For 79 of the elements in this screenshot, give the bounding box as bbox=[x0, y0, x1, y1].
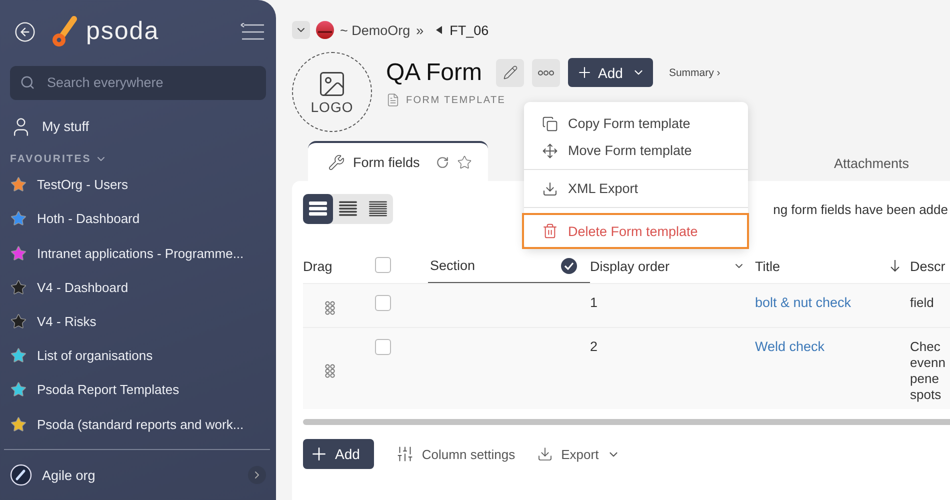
column-header[interactable]: Display order bbox=[590, 258, 670, 274]
sort-arrow-icon[interactable] bbox=[890, 260, 900, 272]
trash-icon bbox=[542, 223, 558, 239]
menu-item[interactable]: Move Form template bbox=[524, 137, 748, 164]
table-cell: 1 bbox=[590, 295, 598, 310]
menu-item[interactable]: Copy Form template bbox=[524, 110, 748, 137]
title-link[interactable]: Weld check bbox=[755, 339, 825, 354]
logo-icon bbox=[50, 16, 80, 48]
search-input[interactable]: Search everywhere bbox=[45, 74, 256, 92]
next-button[interactable] bbox=[248, 466, 266, 484]
star-icon[interactable] bbox=[456, 154, 472, 170]
title-link[interactable]: bolt & nut check bbox=[755, 295, 852, 310]
copy-icon bbox=[542, 116, 558, 132]
row-checkbox[interactable] bbox=[375, 295, 391, 311]
move-icon bbox=[542, 142, 558, 158]
list-density-icon bbox=[369, 201, 387, 217]
table-cell: field bbox=[910, 295, 934, 311]
document-icon bbox=[386, 93, 400, 107]
image-icon bbox=[317, 69, 347, 99]
favourite-link[interactable]: V4 - Dashboard bbox=[37, 280, 128, 295]
organisation-avatar bbox=[10, 464, 32, 486]
table-cell: Chec evenn pene spots bbox=[910, 339, 946, 403]
brand-name: psoda bbox=[86, 17, 160, 46]
add-button[interactable]: Add bbox=[568, 58, 653, 87]
refresh-icon[interactable] bbox=[436, 156, 449, 168]
add-button[interactable]: Add bbox=[303, 439, 374, 469]
filter-check-icon[interactable] bbox=[560, 256, 578, 274]
breadcrumb-current: FT_06 bbox=[450, 22, 489, 38]
favourite-link[interactable]: V4 - Risks bbox=[37, 314, 96, 329]
download-icon bbox=[537, 446, 554, 462]
column-header: Drag bbox=[303, 258, 334, 274]
page-title: QA Form bbox=[386, 58, 482, 86]
more-icon bbox=[538, 70, 554, 76]
drag-handle-icon[interactable] bbox=[325, 301, 335, 315]
tab[interactable]: Form fields bbox=[308, 141, 488, 181]
list-density-icon bbox=[339, 201, 357, 217]
column-header[interactable]: Title bbox=[755, 258, 780, 274]
back-icon[interactable] bbox=[14, 20, 36, 43]
breadcrumb-separator: » bbox=[416, 22, 424, 38]
organisation-name[interactable]: Agile org bbox=[42, 468, 96, 483]
favourite-link[interactable]: Intranet applications - Programme... bbox=[37, 246, 244, 260]
pencil-icon bbox=[502, 65, 518, 80]
favourite-link[interactable]: Psoda (standard reports and work... bbox=[37, 416, 244, 432]
search-field[interactable]: Search everywhere bbox=[10, 66, 266, 100]
page-subtitle: FORM TEMPLATE bbox=[406, 94, 506, 106]
favourite-link[interactable]: TestOrg - Users bbox=[37, 177, 128, 192]
search-icon bbox=[20, 75, 35, 90]
triangle-left-icon[interactable] bbox=[436, 26, 442, 34]
drag-handle-icon[interactable] bbox=[325, 364, 335, 378]
summary-link[interactable]: Summary › bbox=[668, 66, 720, 78]
row-checkbox[interactable] bbox=[375, 339, 391, 355]
export-button[interactable]: Export bbox=[537, 446, 620, 462]
collapse-menu-icon[interactable] bbox=[240, 22, 266, 41]
table-cell: 2 bbox=[590, 339, 598, 354]
breadcrumb-link[interactable]: ~ DemoOrg bbox=[340, 22, 410, 38]
logo-label: LOGO bbox=[310, 99, 354, 115]
organisation-avatar bbox=[316, 21, 334, 39]
favourite-link[interactable]: List of organisations bbox=[37, 348, 153, 364]
notice-text: ng form fields have been adde bbox=[773, 202, 948, 216]
view-mode-button[interactable] bbox=[303, 194, 333, 224]
horizontal-scrollbar[interactable] bbox=[303, 419, 950, 425]
more-button[interactable] bbox=[532, 58, 560, 86]
edit-button[interactable] bbox=[496, 58, 524, 86]
select-all-checkbox[interactable] bbox=[375, 256, 391, 272]
list-density-icon bbox=[309, 201, 327, 217]
tab[interactable]: Attachments bbox=[814, 145, 924, 181]
favourites-heading[interactable]: FAVOURITES bbox=[10, 153, 92, 166]
logo-placeholder[interactable]: LOGO bbox=[292, 52, 372, 132]
menu-item[interactable]: Delete Form template bbox=[522, 213, 749, 249]
menu-item[interactable]: XML Export bbox=[524, 175, 748, 202]
sliders-icon bbox=[396, 445, 414, 463]
favourite-link[interactable]: Hoth - Dashboard bbox=[37, 211, 140, 226]
column-settings-button[interactable]: Column settings bbox=[396, 445, 516, 463]
favourite-link[interactable]: Psoda Report Templates bbox=[37, 382, 180, 398]
download-icon bbox=[542, 180, 558, 196]
my-stuff-link[interactable]: My stuff bbox=[42, 119, 90, 134]
dropdown-button[interactable] bbox=[292, 21, 310, 39]
wrench-icon bbox=[328, 154, 345, 170]
column-header: Descr bbox=[910, 258, 946, 274]
